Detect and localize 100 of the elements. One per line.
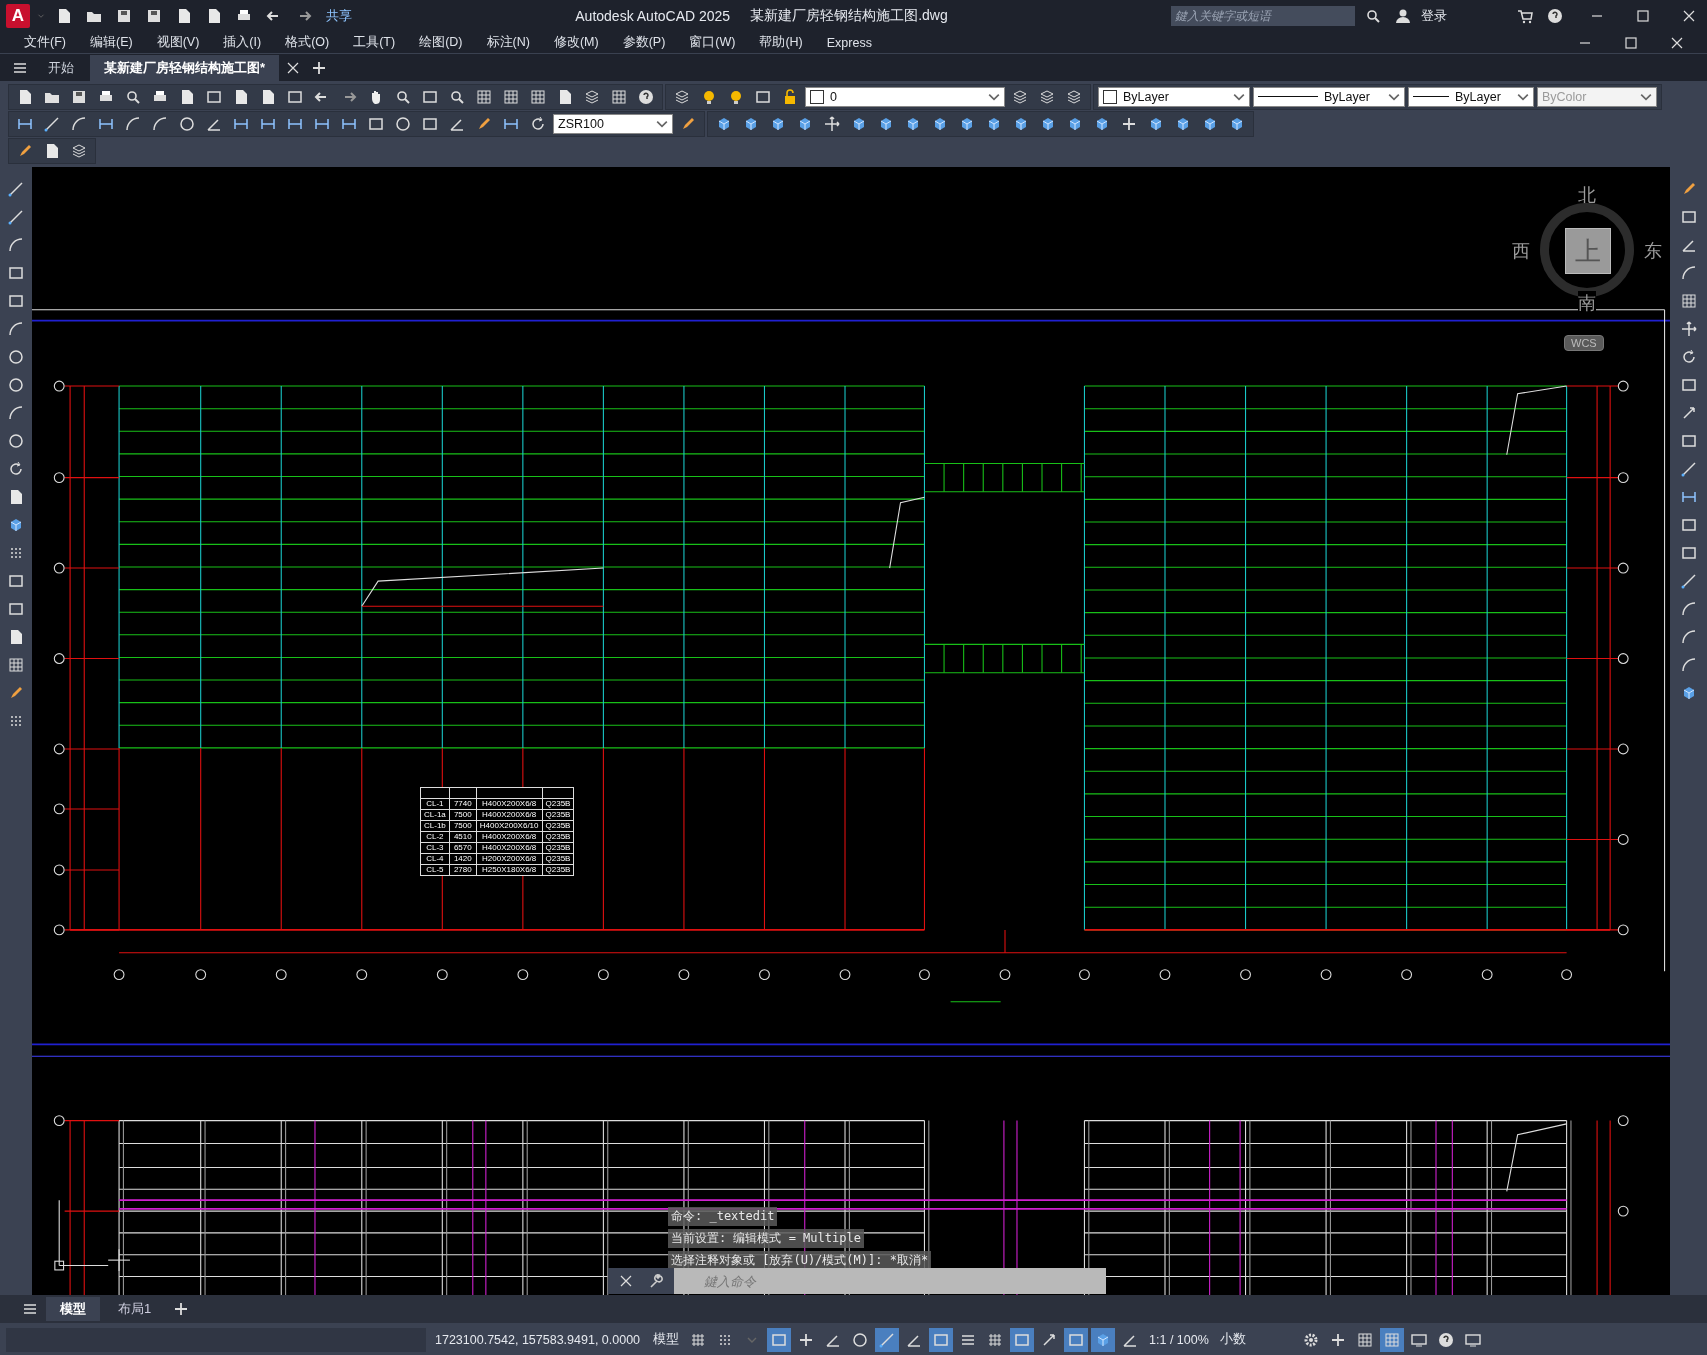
magnifier-icon [1365, 8, 1381, 24]
rectangle-icon [771, 1331, 788, 1348]
rotate-icon [530, 115, 546, 132]
table-icon [503, 88, 519, 105]
status-toggle[interactable] [1379, 1327, 1404, 1352]
search-field[interactable]: 鍵入关键字或短语 [1171, 6, 1355, 26]
cube-icon [878, 115, 894, 132]
user-icon [1395, 8, 1411, 24]
rectangle-icon [368, 115, 384, 132]
cube-icon [851, 115, 867, 132]
menu-item[interactable]: 工具(T) [341, 34, 408, 51]
menu-item[interactable]: 标注(N) [474, 34, 542, 51]
annotation-scale-button[interactable]: 1:1 / 100% [1145, 1327, 1213, 1352]
menu-item[interactable]: 帮助(H) [747, 34, 815, 51]
plus-icon [311, 59, 328, 76]
status-toggle[interactable] [1091, 1327, 1116, 1352]
menu-item[interactable]: 窗口(W) [677, 34, 748, 51]
document-tab[interactable]: 某新建厂房轻钢结构施工图* [90, 54, 280, 81]
arc-icon [1680, 601, 1697, 617]
rectangle-icon [422, 88, 438, 105]
arc-icon [8, 405, 24, 421]
layout-tab[interactable]: 模型 [46, 1297, 100, 1321]
arc-icon [8, 237, 24, 253]
layer-dropdown[interactable]: 0 [805, 86, 1005, 107]
cube-icon [1148, 115, 1164, 132]
cube-icon [797, 115, 813, 132]
wrench-icon [648, 1273, 664, 1289]
circle-icon [852, 1331, 869, 1348]
cube-icon [986, 115, 1002, 132]
login-button[interactable]: 登录 [1421, 7, 1447, 25]
table-cell: H200X200X6/8 [476, 853, 542, 865]
document-tab[interactable]: 开始 [34, 54, 88, 81]
menu-item[interactable]: 编辑(E) [77, 34, 145, 51]
status-toggle[interactable] [875, 1327, 900, 1352]
color-dropdown[interactable]: ByLayer [1098, 86, 1250, 107]
compass-label[interactable]: 东 [1644, 239, 1662, 263]
layers-icon [1066, 88, 1082, 105]
layers-icon [1039, 88, 1055, 105]
cube-icon [1202, 115, 1218, 132]
table-cell: H400X200X6/10 [476, 820, 542, 832]
table-icon [476, 88, 492, 105]
plus-icon [1121, 115, 1137, 132]
share-button[interactable]: 共享 [326, 7, 352, 25]
layout-tab[interactable]: 布局1 [104, 1297, 166, 1321]
table-icon [530, 88, 546, 105]
menu-item[interactable]: 格式(O) [273, 34, 342, 51]
compass-label[interactable]: 北 [1578, 183, 1596, 207]
ucs-menu-button[interactable]: WCS [1564, 335, 1604, 351]
table-cell: 7500 [449, 809, 477, 821]
rectangle-icon [1068, 1331, 1085, 1348]
rectangle-icon [1680, 433, 1697, 449]
status-toggle[interactable] [929, 1327, 954, 1352]
table-cell: H400X200X6/8 [476, 798, 542, 810]
rectangle-icon [1680, 377, 1697, 393]
file-name: 某新建厂房轻钢结构施工图.dwg [750, 7, 948, 25]
menu-item[interactable]: 参数(P) [610, 34, 678, 51]
circle-icon [8, 377, 24, 393]
rectangle-icon [8, 265, 24, 281]
command-input-field[interactable]: 鍵入命令 [674, 1268, 1106, 1294]
table-cell: CL-1b [420, 820, 450, 832]
magnifier-icon [395, 88, 411, 105]
rectangle-icon [933, 1331, 950, 1348]
app-logo[interactable]: A [6, 4, 30, 28]
document-icon [8, 629, 24, 645]
cube-icon [743, 115, 759, 132]
bulb-icon [701, 88, 717, 105]
scale-icon [1041, 1331, 1058, 1348]
line-icon [8, 209, 24, 225]
close-icon [618, 1273, 634, 1289]
menu-item[interactable]: 修改(M) [541, 34, 611, 51]
document-icon [233, 88, 249, 105]
status-toggle[interactable] [767, 1327, 792, 1352]
menu-item[interactable]: 视图(V) [144, 34, 212, 51]
rectangle-icon [206, 88, 222, 105]
menu-item[interactable]: 绘图(D) [407, 34, 475, 51]
status-toggle[interactable] [1010, 1327, 1035, 1352]
units-dropdown[interactable]: 小数 [1215, 1327, 1296, 1352]
lineweight-dropdown[interactable]: ByLayer [1408, 86, 1534, 107]
table-cell: Q235B [542, 809, 574, 821]
linetype-dropdown[interactable]: ByLayer [1253, 86, 1405, 107]
table-cell: CL-1a [420, 809, 450, 821]
model-space-button[interactable]: 模型 [649, 1327, 684, 1352]
angle-icon [1680, 237, 1697, 253]
lock-icon [782, 88, 798, 105]
move-icon [824, 115, 840, 132]
compass-label[interactable]: 南 [1578, 291, 1596, 315]
menu-item[interactable]: 文件(F) [12, 34, 78, 51]
menu-item[interactable]: 插入(I) [211, 34, 274, 51]
document-icon [56, 8, 72, 24]
plus-icon [173, 1301, 190, 1317]
status-toggle[interactable] [1064, 1327, 1089, 1352]
dimension-style-dropdown[interactable]: ZSR100 [553, 113, 673, 134]
compass-label[interactable]: 西 [1512, 239, 1530, 263]
arc-icon [1680, 265, 1697, 281]
table-icon [1680, 293, 1697, 309]
monitor-icon [1464, 1331, 1481, 1348]
arc-icon [8, 321, 24, 337]
menu-item[interactable]: Express [814, 35, 884, 50]
rectangle-icon [8, 573, 24, 589]
cube-icon [1094, 115, 1110, 132]
